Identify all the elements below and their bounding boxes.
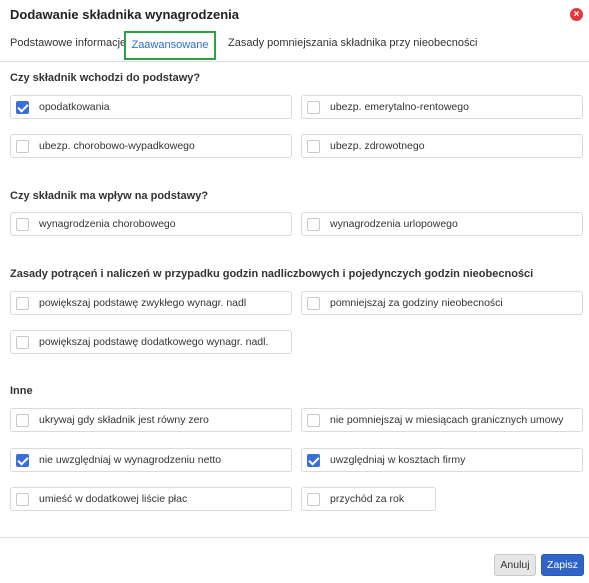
tab-basic-info[interactable]: Podstawowe informacje [10, 37, 126, 49]
dialog-header: Dodawanie składnika wynagrodzenia × [0, 0, 589, 30]
checkbox-icon[interactable] [16, 414, 29, 427]
cancel-button[interactable]: Anuluj [494, 554, 536, 576]
dialog: Dodawanie składnika wynagrodzenia × Pods… [0, 0, 589, 583]
checkbox-ubezp-zdrowotnego[interactable]: ubezp. zdrowotnego [301, 134, 583, 158]
checkbox-uwzgledniaj-koszty[interactable]: uwzględniaj w kosztach firmy [301, 448, 583, 472]
checkbox-icon[interactable] [16, 493, 29, 506]
checkbox-icon[interactable] [307, 218, 320, 231]
checkbox-ubezp-chorobowo-wypadkowego[interactable]: ubezp. chorobowo-wypadkowego [10, 134, 292, 158]
checkbox-powiekszaj-dodatkowego[interactable]: powiększaj podstawę dodatkowego wynagr. … [10, 330, 292, 354]
checkbox-icon[interactable] [307, 101, 320, 114]
checkbox-label: nie pomniejszaj w miesiącach granicznych… [330, 414, 564, 426]
checkbox-icon[interactable] [16, 454, 29, 467]
checkbox-label: przychód za rok [330, 493, 405, 505]
checkbox-label: ubezp. zdrowotnego [330, 140, 425, 152]
section-title-other: Inne [10, 385, 33, 397]
checkbox-nie-uwzgledniaj-netto[interactable]: nie uwzględniaj w wynagrodzeniu netto [10, 448, 292, 472]
checkbox-label: ubezp. emerytalno-rentowego [330, 101, 469, 113]
checkbox-label: uwzględniaj w kosztach firmy [330, 454, 466, 466]
checkbox-icon[interactable] [16, 101, 29, 114]
checkbox-label: ukrywaj gdy składnik jest równy zero [39, 414, 209, 426]
checkbox-dodatkowa-lista-plac[interactable]: umieść w dodatkowej liście płac [10, 487, 292, 511]
checkbox-ukrywaj-zero[interactable]: ukrywaj gdy składnik jest równy zero [10, 408, 292, 432]
checkbox-icon[interactable] [16, 336, 29, 349]
checkbox-icon[interactable] [307, 297, 320, 310]
save-button[interactable]: Zapisz [541, 554, 584, 576]
checkbox-label: powiększaj podstawę zwykłego wynagr. nad… [39, 297, 247, 309]
section-title-deductions: Zasady potrąceń i naliczeń w przypadku g… [10, 268, 534, 280]
checkbox-nie-pomniejszaj-granicznych[interactable]: nie pomniejszaj w miesiącach granicznych… [301, 408, 583, 432]
checkbox-label: powiększaj podstawę dodatkowego wynagr. … [39, 336, 269, 348]
checkbox-icon[interactable] [16, 218, 29, 231]
checkbox-przychod-za-rok[interactable]: przychód za rok [301, 487, 436, 511]
checkbox-icon[interactable] [307, 454, 320, 467]
dialog-title: Dodawanie składnika wynagrodzenia [10, 7, 240, 22]
close-icon[interactable]: × [570, 8, 583, 21]
checkbox-label: wynagrodzenia chorobowego [39, 218, 176, 230]
checkbox-pomniejszaj-za-godziny[interactable]: pomniejszaj za godziny nieobecności [301, 291, 583, 315]
checkbox-icon[interactable] [16, 140, 29, 153]
checkbox-label: pomniejszaj za godziny nieobecności [330, 297, 503, 309]
checkbox-icon[interactable] [307, 414, 320, 427]
section-title-influence: Czy składnik ma wpływ na podstawy? [10, 190, 209, 202]
checkbox-powiekszaj-zwyklego[interactable]: powiększaj podstawę zwykłego wynagr. nad… [10, 291, 292, 315]
tab-advanced[interactable]: Zaawansowane [124, 31, 216, 60]
checkbox-opodatkowania[interactable]: opodatkowania [10, 95, 292, 119]
tab-absence-rules[interactable]: Zasady pomniejszania składnika przy nieo… [228, 37, 477, 49]
checkbox-wynagrodzenia-urlopowego[interactable]: wynagrodzenia urlopowego [301, 212, 583, 236]
checkbox-icon[interactable] [307, 493, 320, 506]
checkbox-label: wynagrodzenia urlopowego [330, 218, 458, 230]
tab-bar: Podstawowe informacje Zaawansowane Zasad… [0, 30, 589, 62]
checkbox-ubezp-emerytalno-rentowego[interactable]: ubezp. emerytalno-rentowego [301, 95, 583, 119]
checkbox-wynagrodzenia-chorobowego[interactable]: wynagrodzenia chorobowego [10, 212, 292, 236]
checkbox-label: umieść w dodatkowej liście płac [39, 493, 188, 505]
dialog-footer: Anuluj Zapisz [0, 537, 589, 583]
checkbox-icon[interactable] [307, 140, 320, 153]
checkbox-label: ubezp. chorobowo-wypadkowego [39, 140, 195, 152]
checkbox-icon[interactable] [16, 297, 29, 310]
checkbox-label: opodatkowania [39, 101, 110, 113]
section-title-basis: Czy składnik wchodzi do podstawy? [10, 72, 201, 84]
checkbox-label: nie uwzględniaj w wynagrodzeniu netto [39, 454, 222, 466]
